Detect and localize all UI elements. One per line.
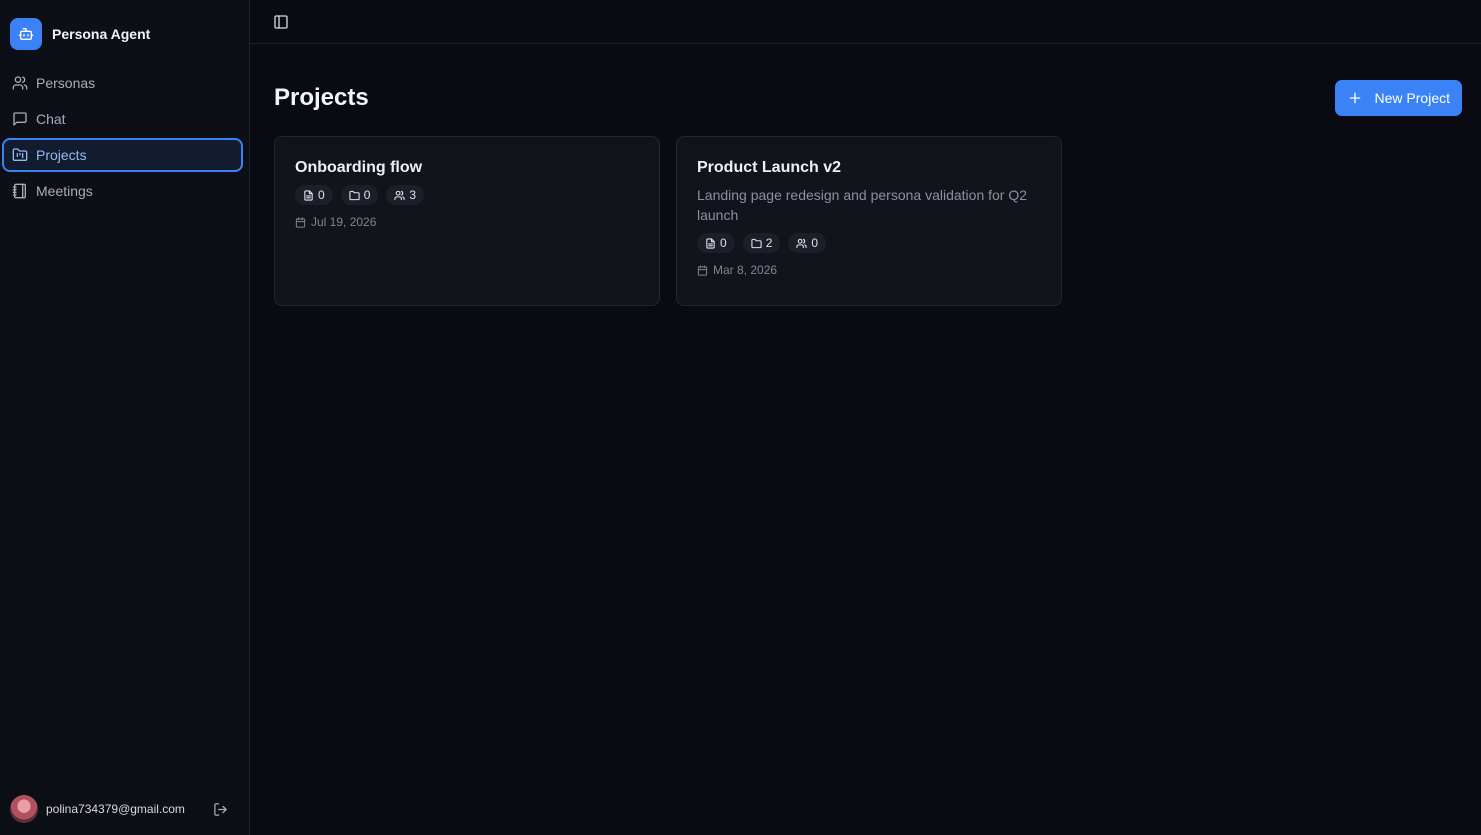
topbar: [250, 0, 1481, 44]
folder-kanban-icon: [12, 147, 28, 163]
project-date-text: Mar 8, 2026: [713, 263, 778, 277]
folders-count: 0: [363, 188, 371, 202]
users-icon: [796, 238, 808, 249]
project-title: Product Launch v2: [697, 159, 842, 176]
calendar-icon: [295, 216, 306, 228]
project-card[interactable]: Onboarding flow 0 0 3 Jul 19, 2026: [274, 136, 660, 306]
project-date: Mar 8, 2026: [697, 263, 1041, 277]
project-stats: 0 2 0: [697, 233, 1041, 253]
personas-badge: 3: [386, 185, 425, 205]
personas-count: 3: [409, 188, 417, 202]
sidebar-item-meetings[interactable]: Meetings: [2, 174, 243, 208]
brand[interactable]: Persona Agent: [0, 0, 249, 56]
sidebar-item-label: Personas: [36, 75, 96, 91]
users-icon: [12, 75, 28, 91]
message-square-icon: [12, 111, 28, 127]
folders-count: 2: [765, 236, 773, 250]
sidebar-item-personas[interactable]: Personas: [2, 66, 243, 100]
sidebar-item-label: Meetings: [36, 183, 93, 199]
personas-badge: 0: [788, 233, 827, 253]
app-name: Persona Agent: [52, 26, 151, 42]
sidebar-item-projects[interactable]: Projects: [2, 138, 243, 172]
user-profile: polina734379@gmail.com: [10, 795, 229, 823]
documents-badge: 0: [295, 185, 333, 205]
folder-icon: [751, 238, 762, 249]
bot-icon: [10, 18, 42, 50]
avatar[interactable]: [10, 795, 38, 823]
file-text-icon: [303, 189, 314, 201]
project-grid: Onboarding flow 0 0 3 Jul 19, 2026 Produ…: [250, 128, 1481, 306]
sidebar: Persona Agent Personas Chat Projects Mee…: [0, 0, 250, 835]
sidebar-item-chat[interactable]: Chat: [2, 102, 243, 136]
project-date-text: Jul 19, 2026: [311, 215, 377, 229]
documents-count: 0: [720, 236, 727, 250]
app-shell: Persona Agent Personas Chat Projects Mee…: [0, 0, 1481, 835]
file-text-icon: [705, 237, 716, 249]
sidebar-toggle-icon[interactable]: [272, 13, 290, 31]
new-project-button[interactable]: New Project: [1334, 80, 1462, 116]
main-content: Projects New Project Onboarding flow 0 0…: [250, 0, 1481, 835]
calendar-icon: [697, 264, 708, 276]
project-stats: 0 0 3: [295, 185, 639, 205]
documents-badge: 0: [697, 233, 735, 253]
folders-badge: 2: [742, 233, 781, 253]
project-card[interactable]: Product Launch v2 Landing page redesign …: [676, 136, 1062, 306]
page-title: Projects: [274, 84, 369, 111]
logout-icon[interactable]: [211, 800, 229, 818]
new-project-label: New Project: [1374, 90, 1450, 106]
sidebar-item-label: Projects: [36, 147, 87, 163]
project-title: Onboarding flow: [295, 159, 423, 176]
folders-badge: 0: [340, 185, 379, 205]
project-description: Landing page redesign and persona valida…: [697, 187, 1028, 223]
plus-icon: [1347, 90, 1363, 106]
folder-icon: [349, 190, 360, 201]
sidebar-item-label: Chat: [36, 111, 66, 127]
personas-count: 0: [811, 236, 819, 250]
page-header: Projects New Project: [250, 44, 1481, 128]
documents-count: 0: [318, 188, 325, 202]
users-icon: [394, 190, 406, 201]
project-date: Jul 19, 2026: [295, 215, 639, 229]
notebook-icon: [12, 183, 28, 199]
sidebar-nav: Personas Chat Projects Meetings: [0, 56, 249, 208]
user-email: polina734379@gmail.com: [46, 802, 185, 816]
